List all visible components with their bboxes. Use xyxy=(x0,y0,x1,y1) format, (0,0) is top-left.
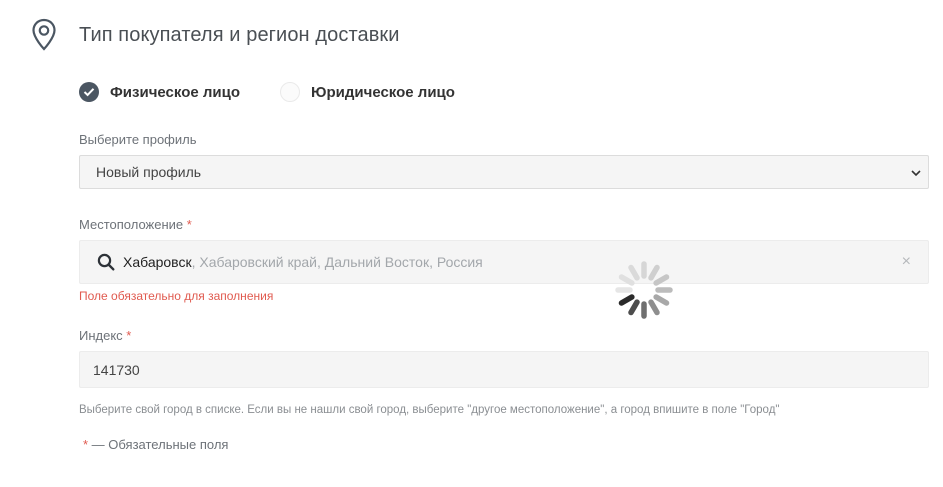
profile-select[interactable]: Новый профиль xyxy=(79,155,929,189)
location-error: Поле обязательно для заполнения xyxy=(79,289,274,303)
radio-unchecked-icon xyxy=(280,82,301,102)
required-fields-legend: * — Обязательные поля xyxy=(83,437,228,452)
radio-legal-entity[interactable]: Юридическое лицо xyxy=(280,82,455,102)
location-label: Местоположение * xyxy=(79,217,192,232)
location-details: , Хабаровский край, Дальний Восток, Росс… xyxy=(191,254,483,270)
profile-select-value: Новый профиль xyxy=(96,164,202,180)
radio-individual-label: Физическое лицо xyxy=(110,83,241,101)
required-mark: * xyxy=(186,217,192,232)
section-header: Тип покупателя и регион доставки xyxy=(31,18,400,52)
index-input[interactable]: 141730 xyxy=(79,351,929,388)
loading-spinner-icon xyxy=(611,257,677,323)
required-mark: * xyxy=(126,328,132,343)
index-value: 141730 xyxy=(93,361,140,378)
profile-label: Выберите профиль xyxy=(79,132,197,147)
location-pin-icon xyxy=(31,18,57,52)
index-label: Индекс * xyxy=(79,328,131,343)
clear-icon[interactable]: × xyxy=(902,253,911,271)
search-icon xyxy=(97,253,115,271)
index-label-text: Индекс xyxy=(79,328,123,343)
location-city: Хабаровск xyxy=(123,254,192,270)
chevron-down-icon xyxy=(910,166,922,178)
section-title: Тип покупателя и регион доставки xyxy=(79,23,400,46)
location-label-text: Местоположение xyxy=(79,217,184,232)
checkmark-icon xyxy=(79,82,99,102)
radio-individual[interactable]: Физическое лицо xyxy=(79,82,240,102)
location-hint: Выберите свой город в списке. Если вы не… xyxy=(79,404,780,416)
location-input[interactable]: Хабаровск, Хабаровский край, Дальний Вос… xyxy=(79,240,929,284)
radio-legal-entity-label: Юридическое лицо xyxy=(311,83,455,101)
legend-text: — Обязательные поля xyxy=(88,437,229,452)
buyer-type-group: Физическое лицо Юридическое лицо xyxy=(79,82,455,102)
